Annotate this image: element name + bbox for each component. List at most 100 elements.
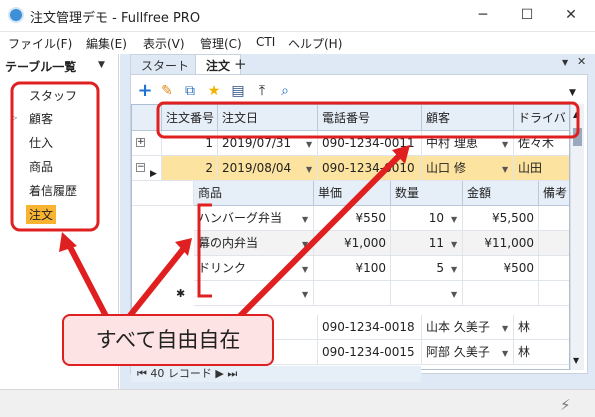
cell-driver[interactable]: 林 [514,315,569,340]
cell-customer[interactable]: 中村 理恵 ▼ [422,131,514,156]
detail-column-product[interactable]: 商品 [194,181,314,206]
cell-amount[interactable] [463,281,539,306]
cell-amount[interactable]: ¥5,500 [463,206,539,231]
detail-row[interactable]: 幕の内弁当 ▼ ¥1,000 11 ▼ ¥11,000 [132,231,569,256]
cell-date[interactable]: 2019/07/31 ▼ [218,131,318,156]
sidebar-dropdown-icon[interactable]: ▼ [98,60,105,70]
cell-order-no[interactable]: 1 [162,131,218,156]
next-record-icon[interactable]: ▶ [215,367,223,380]
report-icon[interactable]: ▤ [230,83,246,99]
column-header-date[interactable]: 注文日 [218,105,318,131]
connection-plug-icon: ⚡ [560,396,571,414]
scrollbar-thumb[interactable] [573,128,582,146]
cell-date[interactable]: 2019/08/04 ▼ [218,156,318,181]
menu-file[interactable]: ファイル(F) [8,35,72,52]
minimize-button[interactable]: ─ [461,0,505,31]
cell-phone[interactable]: 090-1234-0015 [318,340,422,365]
collapse-row-icon[interactable]: − [136,163,145,172]
cell-note[interactable] [539,206,569,231]
column-header-driver[interactable]: ドライバ [514,105,569,131]
cell-driver[interactable]: 佐々木 [514,131,569,156]
expand-row-icon[interactable]: + [136,138,145,147]
edit-icon[interactable]: ✎ [159,83,175,99]
cell-amount[interactable]: ¥500 [463,256,539,281]
table-row[interactable]: + 1 2019/07/31 ▼ 090-1234-0011 中村 理恵 ▼ 佐々木 [132,131,569,156]
menu-edit[interactable]: 編集(E) [86,35,127,52]
cell-product[interactable]: ▼ [194,281,314,306]
column-header-phone[interactable]: 電話番号 [318,105,422,131]
toolbar-dropdown-icon[interactable]: ▼ [569,88,576,98]
tab-start[interactable]: スタート [130,54,201,74]
tree-expand-icon[interactable]: ▷ [11,113,17,122]
cell-driver[interactable]: 山田 [514,156,569,181]
table-row[interactable]: − ▶ 2 2019/08/04 ▼ 090-1234-0010 山口 修 ▼ 山田 [132,156,569,181]
cell-phone[interactable]: 090-1234-0010 [318,156,422,181]
cell-amount[interactable]: ¥11,000 [463,231,539,256]
column-header-customer[interactable]: 顧客 [422,105,514,131]
close-button[interactable]: ✕ [549,0,593,31]
detail-column-note[interactable]: 備考 [539,181,569,206]
scroll-down-icon[interactable]: ▼ [573,356,579,365]
search-icon[interactable]: ⌕ [277,83,293,99]
cell-phone[interactable]: 090-1234-0018 [318,315,422,340]
column-header-order-no[interactable]: 注文番号 [162,105,218,131]
cell-note[interactable] [539,231,569,256]
menu-cti[interactable]: CTI [256,35,275,49]
sidebar-item-call-history[interactable]: 着信履歴 [29,182,77,199]
detail-column-qty[interactable]: 数量 [391,181,463,206]
cell-note[interactable] [539,281,569,306]
window-title: 注文管理デモ - Fullfree PRO [30,11,201,26]
cell-customer[interactable]: 阿部 久美子 ▼ [422,340,514,365]
maximize-button[interactable]: ☐ [505,0,549,31]
sidebar-item-purchase[interactable]: 仕入 [29,134,53,151]
menu-manage[interactable]: 管理(C) [200,35,242,52]
menu-help[interactable]: ヘルプ(H) [288,35,342,52]
cell-price[interactable] [314,281,391,306]
cell-driver[interactable]: 林 [514,340,569,365]
cell-qty[interactable]: 10 ▼ [391,206,463,231]
detail-row[interactable]: ドリンク ▼ ¥100 5 ▼ ¥500 [132,256,569,281]
cell-product[interactable]: 幕の内弁当 ▼ [194,231,314,256]
cell-phone[interactable]: 090-1234-0011 [318,131,422,156]
cell-qty[interactable]: 5 ▼ [391,256,463,281]
sidebar-item-product[interactable]: 商品 [29,158,53,175]
cell-price[interactable]: ¥100 [314,256,391,281]
detail-indent [132,206,194,231]
star-icon[interactable]: ★ [206,83,222,99]
copy-icon[interactable]: ⧉ [182,83,198,99]
row-header: − ▶ [132,156,162,181]
detail-indent [132,256,194,281]
cell-product[interactable]: ハンバーグ弁当 ▼ [194,206,314,231]
detail-column-price[interactable]: 単価 [314,181,391,206]
cell-qty[interactable]: 11 ▼ [391,231,463,256]
add-icon[interactable]: + [137,82,153,100]
sidebar-item-customer[interactable]: 顧客 [29,110,53,127]
sidebar-item-staff[interactable]: スタッフ [29,87,77,104]
first-record-icon[interactable]: ⏮ [137,367,147,380]
cell-qty[interactable]: ▼ [391,281,463,306]
detail-indent: ✱ [132,281,194,306]
cell-price[interactable]: ¥1,000 [314,231,391,256]
cell-customer[interactable]: 山口 修 ▼ [422,156,514,181]
tab-list-dropdown-icon[interactable]: ▼ [562,58,568,67]
cell-order-no[interactable]: 2 [162,156,218,181]
app-logo-icon [8,7,24,23]
detail-column-amount[interactable]: 金額 [463,181,539,206]
sidebar-item-order[interactable]: 注文 [26,205,57,224]
vertical-scrollbar[interactable]: ▲ ▼ [570,104,584,370]
callout-label: すべて自由自在 [62,314,274,366]
row-header-corner [132,105,162,131]
current-row-icon: ▶ [150,169,157,179]
last-record-icon[interactable]: ⏭ [227,367,237,380]
cell-customer[interactable]: 山本 久美子 ▼ [422,315,514,340]
close-tab-button[interactable]: ✕ [577,55,586,68]
menu-view[interactable]: 表示(V) [143,35,185,52]
export-icon[interactable]: ⤒ [254,83,270,99]
cell-price[interactable]: ¥550 [314,206,391,231]
scroll-up-icon[interactable]: ▲ [573,110,579,119]
add-tab-button[interactable]: + [234,55,247,73]
cell-note[interactable] [539,256,569,281]
cell-product[interactable]: ドリンク ▼ [194,256,314,281]
detail-row[interactable]: ハンバーグ弁当 ▼ ¥550 10 ▼ ¥5,500 [132,206,569,231]
detail-new-row[interactable]: ✱ ▼ ▼ [132,281,569,306]
